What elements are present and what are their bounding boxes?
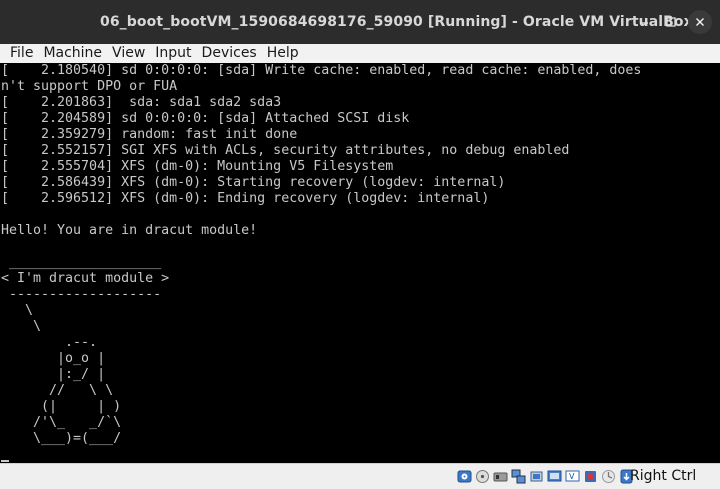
status-icons: V: [456, 467, 635, 485]
console-line: // \ \: [1, 383, 114, 398]
maximize-button[interactable]: [658, 9, 684, 35]
console-line: (| | ): [1, 399, 122, 414]
menu-file[interactable]: File: [0, 44, 38, 63]
console-line: [ 2.180540] sd 0:0:0:0: [sda] Write cach…: [1, 63, 642, 78]
console-line: n't support DPO or FUA: [1, 79, 178, 94]
display-icon[interactable]: V: [564, 467, 581, 485]
menu-input[interactable]: Input: [150, 44, 196, 63]
console-line: -------------------: [1, 287, 162, 302]
host-key-label: Right Ctrl: [630, 468, 697, 484]
console-line: [ 2.204589] sd 0:0:0:0: [sda] Attached S…: [1, 111, 410, 126]
console-line: /'\_ _/`\: [1, 415, 122, 430]
cpu-icon[interactable]: [600, 467, 617, 485]
maximize-icon: [666, 17, 676, 27]
network-icon[interactable]: [510, 467, 527, 485]
console-line: \: [1, 303, 34, 318]
status-bar: V Right Ctrl: [0, 463, 720, 489]
close-icon: [696, 18, 704, 26]
close-button[interactable]: [688, 10, 712, 34]
menu-help[interactable]: Help: [262, 44, 304, 63]
console-line: \: [1, 319, 42, 334]
minimize-icon: [640, 22, 648, 24]
console-line: [ 2.201863] sda: sda1 sda2 sda3: [1, 95, 282, 110]
minimize-button[interactable]: [631, 9, 657, 35]
usb-icon[interactable]: [528, 467, 545, 485]
optical-drive-icon[interactable]: [474, 467, 491, 485]
text-cursor: [1, 460, 9, 462]
svg-text:V: V: [569, 472, 575, 481]
shared-folders-icon[interactable]: [546, 467, 563, 485]
console-line: |:_/ |: [1, 367, 106, 382]
console-line: [ 2.586439] XFS (dm-0): Starting recover…: [1, 175, 506, 190]
hard-disk-icon[interactable]: [456, 467, 473, 485]
menu-view[interactable]: View: [107, 44, 150, 63]
menu-devices[interactable]: Devices: [197, 44, 262, 63]
window-title: 06_boot_bootVM_1590684698176_59090 [Runn…: [100, 14, 693, 30]
console-line: \___)=(___/: [1, 431, 122, 446]
menu-machine[interactable]: Machine: [38, 44, 107, 63]
console-output: [ 2.180540] sd 0:0:0:0: [sda] Write cach…: [0, 63, 720, 447]
vm-console-screen[interactable]: [ 2.180540] sd 0:0:0:0: [sda] Write cach…: [0, 63, 720, 463]
console-line: |o_o |: [1, 351, 106, 366]
virtualbox-window: 06_boot_bootVM_1590684698176_59090 [Runn…: [0, 0, 720, 489]
video-capture-icon[interactable]: [582, 467, 599, 485]
title-bar[interactable]: 06_boot_bootVM_1590684698176_59090 [Runn…: [0, 0, 720, 44]
console-line: Hello! You are in dracut module!: [1, 223, 258, 238]
console-line: ___________________: [1, 255, 162, 270]
console-line: [ 2.359279] random: fast init done: [1, 127, 298, 142]
menu-bar: File Machine View Input Devices Help: [0, 44, 720, 63]
audio-icon[interactable]: [492, 467, 509, 485]
console-line: [ 2.552157] SGI XFS with ACLs, security …: [1, 143, 570, 158]
console-line: .--.: [1, 335, 98, 350]
console-line: [ 2.596512] XFS (dm-0): Ending recovery …: [1, 191, 490, 206]
console-line: < I'm dracut module >: [1, 271, 170, 286]
console-line: [ 2.555704] XFS (dm-0): Mounting V5 File…: [1, 159, 394, 174]
